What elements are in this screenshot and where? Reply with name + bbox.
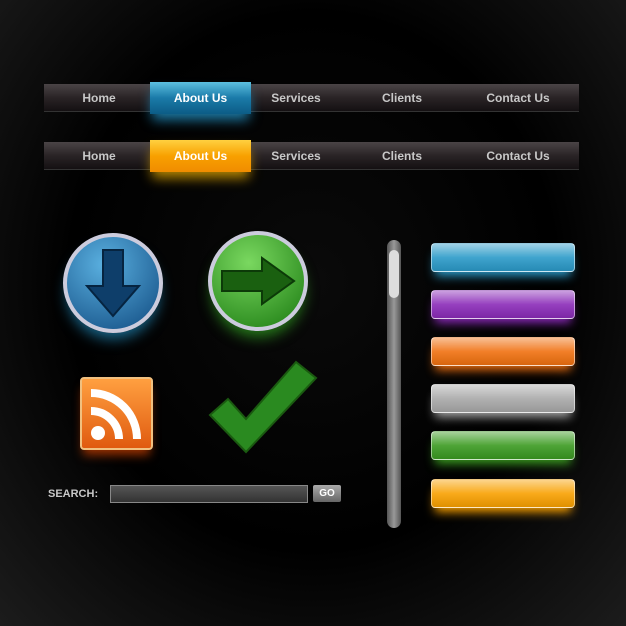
nav-about-us-active[interactable]: About Us [150, 82, 251, 114]
rss-icon [90, 389, 141, 440]
rss-button[interactable] [80, 377, 153, 450]
search-input[interactable] [110, 485, 308, 503]
nav-bar-blue: Home About Us Services Clients Contact U… [44, 82, 579, 114]
glossy-button-2[interactable] [431, 290, 575, 319]
checkmark-icon [208, 360, 318, 454]
search-label: SEARCH: [48, 488, 99, 500]
download-arrow-icon [84, 249, 142, 318]
nav-home[interactable]: Home [82, 84, 115, 112]
nav-services[interactable]: Services [271, 142, 320, 170]
glossy-button-3[interactable] [431, 337, 575, 366]
scrollbar-thumb[interactable] [389, 250, 399, 298]
right-arrow-icon [221, 256, 296, 306]
next-button[interactable] [208, 231, 308, 331]
nav-about-us-active[interactable]: About Us [150, 140, 251, 172]
glossy-button-5[interactable] [431, 431, 575, 460]
nav-bar-orange: Home About Us Services Clients Contact U… [44, 140, 579, 172]
nav-contact-us[interactable]: Contact Us [486, 84, 549, 112]
nav-home[interactable]: Home [82, 142, 115, 170]
glossy-button-6[interactable] [431, 479, 575, 508]
nav-clients[interactable]: Clients [382, 142, 422, 170]
nav-contact-us[interactable]: Contact Us [486, 142, 549, 170]
glossy-button-4[interactable] [431, 384, 575, 413]
go-button[interactable]: GO [313, 485, 341, 502]
nav-clients[interactable]: Clients [382, 84, 422, 112]
glossy-button-1[interactable] [431, 243, 575, 272]
nav-services[interactable]: Services [271, 84, 320, 112]
download-button[interactable] [63, 233, 163, 333]
